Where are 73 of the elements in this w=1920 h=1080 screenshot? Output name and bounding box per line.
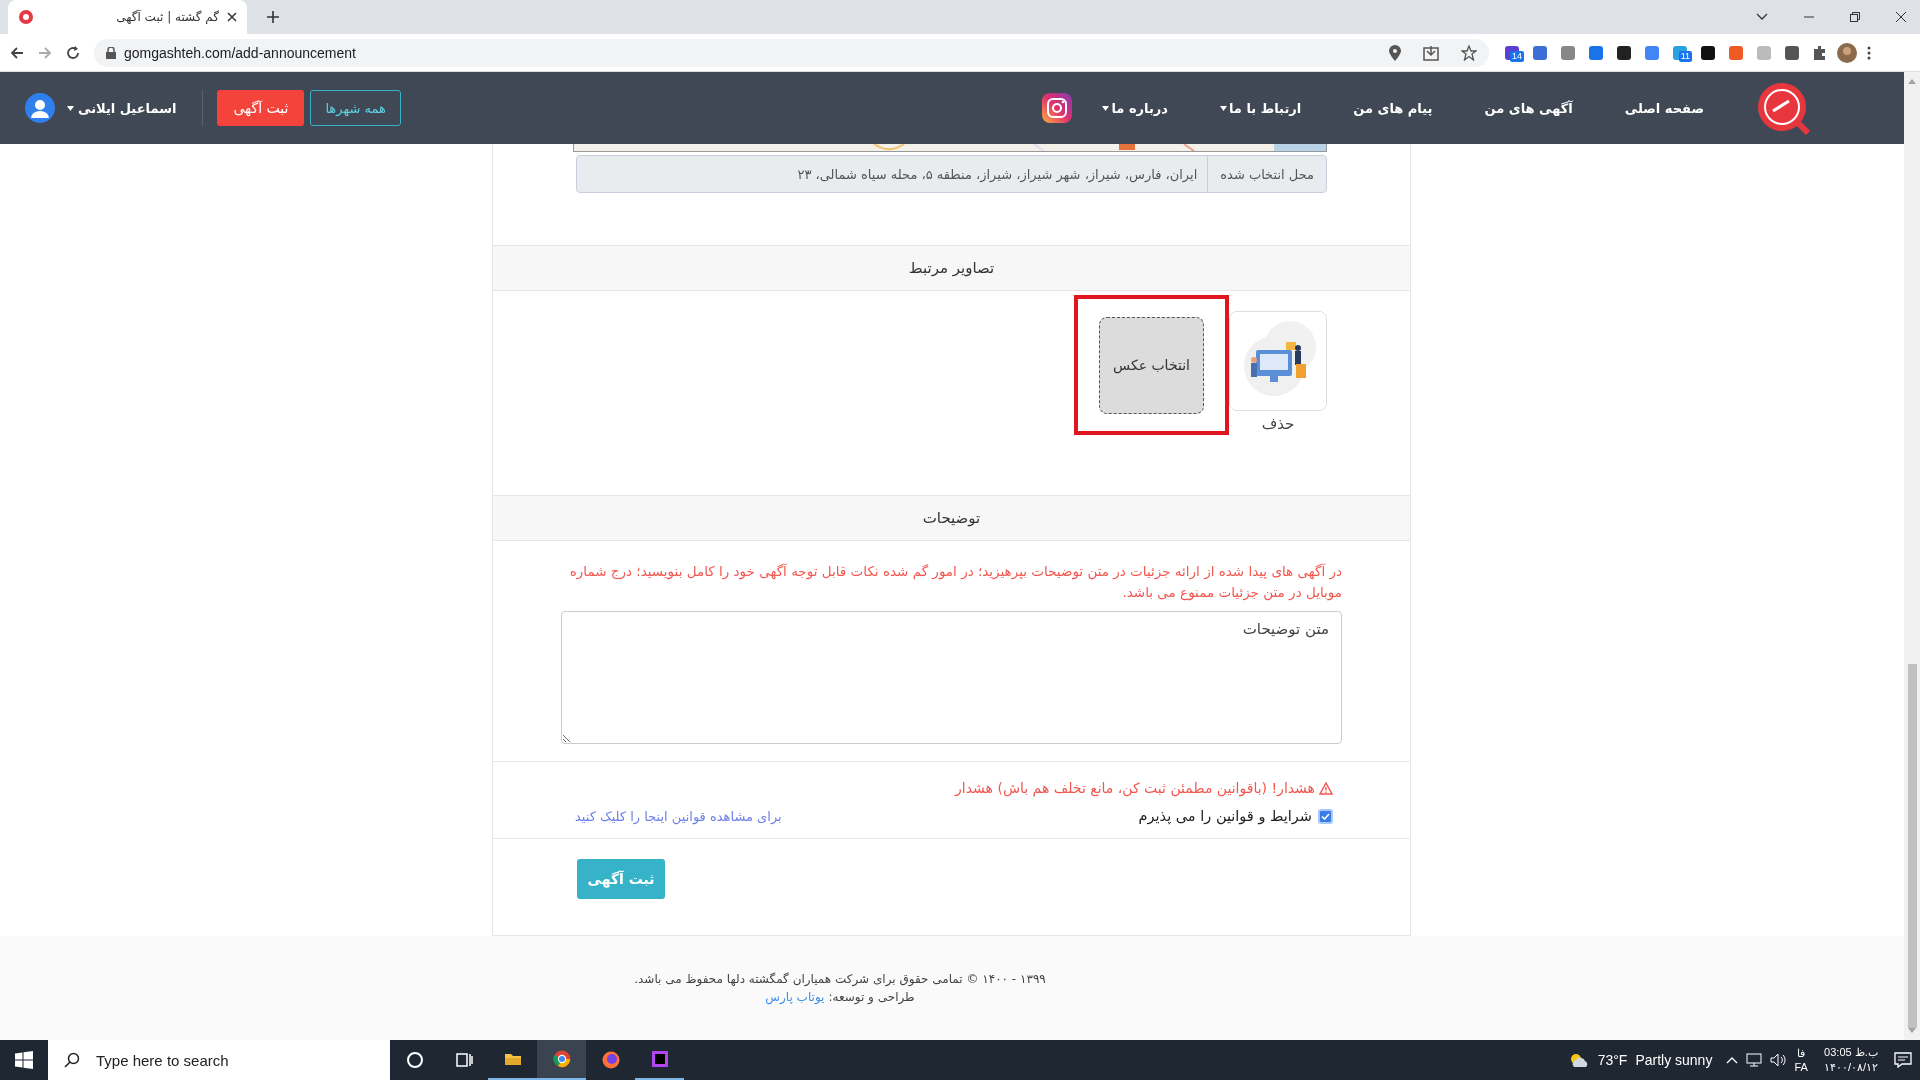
chrome-icon[interactable] [552, 1050, 571, 1068]
instagram-icon[interactable] [1042, 93, 1073, 123]
location-pin-icon[interactable] [1389, 44, 1401, 61]
nav-link[interactable]: پیام های من [1353, 100, 1433, 116]
delete-button[interactable]: حذف [1261, 415, 1295, 433]
extension-icon[interactable] [1699, 43, 1717, 62]
new-tab-icon[interactable] [267, 11, 279, 23]
copyright-text: ۱۳۹۹ - ۱۴۰۰ © تمامی حقوق برای شرکت همیاران گمگشته دلها محفوظ می باشد. [634, 972, 1046, 986]
nav-link[interactable]: صفحه اصلی [1624, 100, 1704, 116]
input-language-code[interactable]: FA [1794, 1060, 1808, 1074]
notifications-icon[interactable] [1894, 1052, 1912, 1068]
tab-title: گم گشته | ثبت آگهی [115, 10, 219, 24]
caret-icon [1219, 105, 1227, 111]
nav-link[interactable]: ارتباط با ما [1219, 100, 1302, 116]
logo-icon[interactable] [1756, 81, 1810, 135]
close-icon[interactable] [1896, 12, 1906, 22]
install-icon[interactable] [1423, 44, 1439, 61]
restore-icon[interactable] [1850, 12, 1860, 22]
task-view-icon[interactable] [454, 1051, 473, 1069]
checkbox-label[interactable]: شرایط و قوانین را می پذیرم [1138, 808, 1312, 824]
location-value: ایران، فارس، شیراز، شهر شیراز، شیراز، منطقه ۵، محله سیاه شمالی، ۲۳ [796, 166, 1199, 182]
extension-icon[interactable] [1615, 43, 1633, 62]
reload-icon[interactable] [66, 45, 80, 60]
input-language[interactable]: فا [1797, 1046, 1806, 1060]
menu-icon[interactable] [1867, 45, 1871, 60]
section-header: توضیحات [493, 495, 1410, 541]
select-photo-button[interactable]: انتخاب عکس [1099, 316, 1204, 414]
clock-date[interactable]: ۱۴۰۰/۰۸/۱۲ [1823, 1060, 1878, 1075]
address-bar[interactable]: gomgashteh.com/add-announcement [94, 38, 1489, 67]
volume-icon[interactable] [1770, 1053, 1787, 1067]
check-icon [1321, 812, 1330, 820]
post-ad-button[interactable]: ثبت آگهی [217, 90, 305, 126]
avatar-icon[interactable] [1837, 42, 1857, 63]
section-header: تصاویر مرتبط [493, 245, 1410, 291]
scrollbar-thumb[interactable] [1907, 663, 1917, 1029]
chevron-up-icon[interactable] [1726, 1056, 1739, 1064]
search-icon[interactable] [48, 1040, 96, 1080]
location-label: محل انتخاب شده [1207, 156, 1326, 192]
credit-label: طراحی و توسعه: [828, 990, 915, 1004]
browser-tab[interactable]: گم گشته | ثبت آگهی [8, 0, 247, 34]
caret-icon [67, 105, 74, 111]
extension-badge: 14 [1510, 50, 1524, 62]
nav-link[interactable]: آگهی های من [1484, 100, 1573, 116]
user-menu[interactable]: اسماعیل ایلانی [61, 99, 183, 117]
tab-search-icon[interactable] [1756, 13, 1768, 21]
extensions-icon[interactable] [1811, 44, 1827, 61]
notice-text: در آگهی های پیدا شده از ارائه جزئیات در متن توضیحات بپرهیزید؛ در امور گم شده نکات قابل توجه آگهی خود را کامل بنویسید؛ درج شماره موبایل در متن جزئیات ممنوع می باشد. [568, 562, 1343, 603]
firefox-icon[interactable] [601, 1051, 620, 1069]
cortana-icon[interactable] [405, 1051, 424, 1069]
search-field[interactable]: Type here to search [96, 1040, 390, 1080]
rules-link[interactable]: برای مشاهده قوانین اینجا را کلیک کنید [575, 808, 782, 824]
extension-icon[interactable] [1783, 43, 1801, 62]
close-icon[interactable] [227, 12, 237, 22]
warning-icon [1319, 781, 1333, 795]
nav-link[interactable]: درباره ما [1102, 100, 1168, 116]
checkbox[interactable] [1318, 808, 1333, 824]
star-icon[interactable] [1461, 44, 1477, 61]
windows-icon[interactable] [15, 1051, 33, 1069]
temperature: 73°F [1597, 1052, 1628, 1068]
weather-condition: Partly sunny [1635, 1052, 1713, 1068]
favicon-icon [18, 9, 34, 25]
user-avatar-icon[interactable] [25, 93, 55, 123]
url-text[interactable]: gomgashteh.com/add-announcement [124, 44, 1381, 61]
description-field[interactable]: متن توضیحات [561, 611, 1342, 744]
extension-badge: 11 [1678, 50, 1692, 62]
back-icon[interactable] [10, 45, 24, 60]
warning-text: هشدار! (باقوانین مطمئن ثبت کن، مانع تخلف هم باش) هشدار [575, 780, 1333, 796]
all-cities-button[interactable]: همه شهرها [310, 90, 401, 126]
lock-icon [106, 46, 116, 59]
network-icon[interactable] [1746, 1053, 1763, 1067]
clock-time[interactable]: 03:05 ب.ظ [1824, 1045, 1878, 1060]
phpstorm-icon[interactable] [650, 1050, 669, 1068]
caret-icon [1102, 105, 1110, 111]
